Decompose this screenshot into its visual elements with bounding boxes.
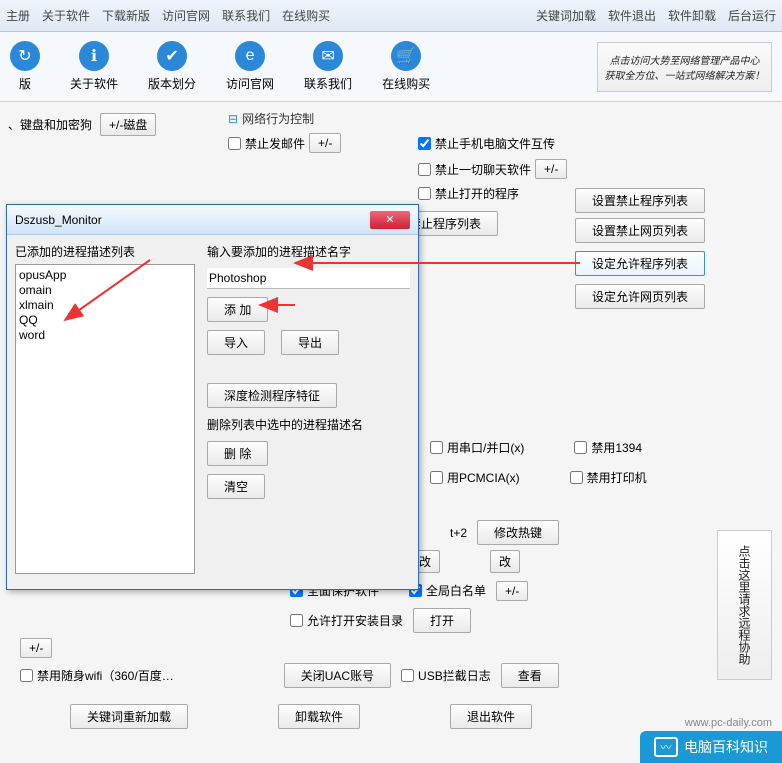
list-item[interactable]: xlmain bbox=[19, 298, 191, 313]
footer-brand[interactable]: 〰 电脑百科知识 bbox=[640, 731, 782, 763]
info-icon: ℹ bbox=[79, 41, 109, 71]
top-menu-bar: 主册 关于软件 下载新版 访问官网 联系我们 在线购买 关键词加载 软件退出 软… bbox=[0, 0, 782, 32]
mail-icon: ✉ bbox=[313, 41, 343, 71]
monitor-icon: 〰 bbox=[654, 737, 678, 757]
cart-icon: 🛒 bbox=[391, 41, 421, 71]
icon-edition[interactable]: ✔版本划分 bbox=[148, 41, 196, 92]
process-listbox[interactable]: opusApp omain xlmain QQ word bbox=[15, 264, 195, 574]
add-button[interactable]: 添 加 bbox=[207, 297, 268, 322]
plusminus-white[interactable]: +/- bbox=[496, 581, 528, 601]
list-item[interactable]: word bbox=[19, 328, 191, 343]
btn-uninstall[interactable]: 卸载软件 bbox=[278, 704, 360, 729]
menu-about[interactable]: 关于软件 bbox=[42, 7, 90, 24]
export-button[interactable]: 导出 bbox=[281, 330, 339, 355]
input-label: 输入要添加的进程描述名字 bbox=[207, 243, 410, 260]
chk-no-phone-pc[interactable] bbox=[418, 137, 431, 150]
chk-wifi[interactable] bbox=[20, 669, 33, 682]
chk-no-chat[interactable] bbox=[418, 163, 431, 176]
btn-block-prog-list2[interactable]: 设置禁止程序列表 bbox=[575, 188, 705, 213]
btn-mod2[interactable]: 改 bbox=[490, 550, 520, 573]
footer-url: www.pc-daily.com bbox=[685, 717, 772, 729]
menu-register[interactable]: 主册 bbox=[6, 7, 30, 24]
btn-exit[interactable]: 退出软件 bbox=[450, 704, 532, 729]
btn-reload-kw[interactable]: 关键词重新加载 bbox=[70, 704, 188, 729]
icon-site[interactable]: e访问官网 bbox=[226, 41, 274, 92]
deep-detect-button[interactable]: 深度检测程序特征 bbox=[207, 383, 337, 408]
btn-block-web-list[interactable]: 设置禁止网页列表 bbox=[575, 218, 705, 243]
menu-uninstall[interactable]: 软件卸载 bbox=[668, 7, 716, 24]
dialog-titlebar[interactable]: Dszusb_Monitor ✕ bbox=[7, 205, 418, 235]
close-icon[interactable]: ✕ bbox=[370, 211, 410, 229]
list-item[interactable]: QQ bbox=[19, 313, 191, 328]
list-item[interactable]: omain bbox=[19, 283, 191, 298]
chk-allow-install[interactable] bbox=[290, 614, 303, 627]
plusminus-chat[interactable]: +/- bbox=[535, 159, 567, 179]
menu-buy[interactable]: 在线购买 bbox=[282, 7, 330, 24]
plusminus-left[interactable]: +/- bbox=[20, 638, 52, 658]
chk-usblog[interactable] bbox=[401, 669, 414, 682]
clear-button[interactable]: 清空 bbox=[207, 474, 265, 499]
plus-disk-button[interactable]: +/-磁盘 bbox=[100, 113, 156, 136]
btn-open[interactable]: 打开 bbox=[413, 608, 471, 633]
btn-hotkey[interactable]: 修改热键 bbox=[477, 520, 559, 545]
icon-about[interactable]: ℹ关于软件 bbox=[70, 41, 118, 92]
menu-exit[interactable]: 软件退出 bbox=[608, 7, 656, 24]
chk-printer[interactable] bbox=[570, 471, 583, 484]
icon-contact[interactable]: ✉联系我们 bbox=[304, 41, 352, 92]
import-button[interactable]: 导入 bbox=[207, 330, 265, 355]
delete-button[interactable]: 删 除 bbox=[207, 441, 268, 466]
btn-uac[interactable]: 关闭UAC账号 bbox=[284, 663, 391, 688]
ie-icon: e bbox=[235, 41, 265, 71]
btn-view[interactable]: 查看 bbox=[501, 663, 559, 688]
btn-allow-web-list[interactable]: 设定允许网页列表 bbox=[575, 284, 705, 309]
chk-block-prog[interactable] bbox=[418, 187, 431, 200]
menu-background[interactable]: 后台运行 bbox=[728, 7, 776, 24]
icon-toolbar: ↻版 ℹ关于软件 ✔版本划分 e访问官网 ✉联系我们 🛒在线购买 点击访问大势至… bbox=[0, 32, 782, 102]
list-label: 已添加的进程描述列表 bbox=[15, 243, 195, 260]
menu-contact[interactable]: 联系我们 bbox=[222, 7, 270, 24]
delete-label: 删除列表中选中的进程描述名 bbox=[207, 416, 410, 433]
icon-buy[interactable]: 🛒在线购买 bbox=[382, 41, 430, 92]
process-list-dialog: Dszusb_Monitor ✕ 已添加的进程描述列表 opusApp omai… bbox=[6, 204, 419, 590]
menu-website[interactable]: 访问官网 bbox=[162, 7, 210, 24]
btn-allow-prog-list[interactable]: 设定允许程序列表 bbox=[575, 251, 705, 276]
plusminus-email[interactable]: +/- bbox=[309, 133, 341, 153]
remote-help-banner[interactable]: 点击这里请求远程协助 bbox=[717, 530, 772, 680]
icon-version[interactable]: ↻版 bbox=[10, 41, 40, 92]
check-icon: ✔ bbox=[157, 41, 187, 71]
chk-no-email[interactable] bbox=[228, 137, 241, 150]
dialog-title: Dszusb_Monitor bbox=[15, 213, 102, 227]
refresh-icon: ↻ bbox=[10, 41, 40, 71]
process-name-input[interactable] bbox=[207, 268, 410, 289]
chk-pcmcia[interactable] bbox=[430, 471, 443, 484]
product-banner[interactable]: 点击访问大势至网络管理产品中心 获取全方位、一站式网络解决方案！ bbox=[597, 42, 772, 92]
chk-serial[interactable] bbox=[430, 441, 443, 454]
menu-download[interactable]: 下载新版 bbox=[102, 7, 150, 24]
list-item[interactable]: opusApp bbox=[19, 268, 191, 283]
chk-1394[interactable] bbox=[574, 441, 587, 454]
net-control-title: 网络行为控制 bbox=[228, 110, 774, 127]
menu-keywords[interactable]: 关键词加载 bbox=[536, 7, 596, 24]
keyboard-section-label: 、键盘和加密狗 bbox=[8, 116, 92, 133]
